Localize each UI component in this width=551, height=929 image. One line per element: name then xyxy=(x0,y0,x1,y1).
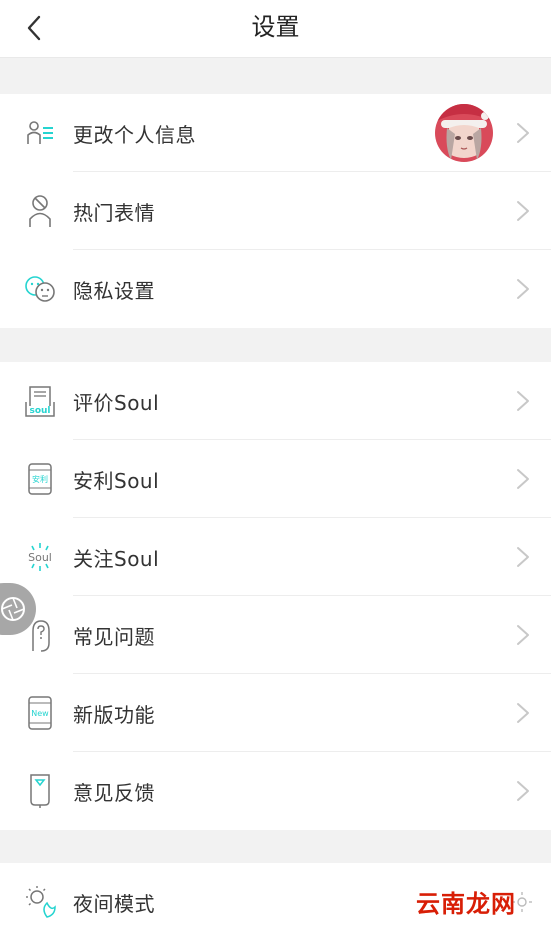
settings-item-feedback[interactable]: 意见反馈 xyxy=(0,752,551,830)
aperture-icon xyxy=(1,597,25,621)
chevron-right-icon xyxy=(517,625,529,645)
settings-item-label: 关注Soul xyxy=(73,546,160,571)
icon-text: soul xyxy=(29,406,50,416)
settings-item-rate-soul[interactable]: soul 评价Soul xyxy=(0,362,551,440)
chevron-right-icon xyxy=(517,547,529,567)
phone-share-icon: 安利 xyxy=(22,461,58,497)
chevron-right-icon xyxy=(517,469,529,489)
settings-item-label: 夜间模式 xyxy=(73,891,155,916)
settings-group-soul: soul 评价Soul 安利 安利Soul Soul 关注Soul 常见问题 N… xyxy=(0,362,551,830)
icon-text: 安利 xyxy=(32,474,48,484)
phone-new-icon: New xyxy=(22,695,58,731)
settings-item-share-soul[interactable]: 安利 安利Soul xyxy=(0,440,551,518)
avatar[interactable] xyxy=(435,104,493,162)
feedback-phone-icon xyxy=(22,773,58,809)
settings-item-label: 常见问题 xyxy=(73,624,155,649)
settings-item-edit-profile[interactable]: 更改个人信息 xyxy=(0,94,551,172)
settings-item-new-features[interactable]: New 新版功能 xyxy=(0,674,551,752)
settings-item-label: 意见反馈 xyxy=(73,780,155,805)
settings-item-label: 隐私设置 xyxy=(73,278,155,303)
settings-item-follow-soul[interactable]: Soul 关注Soul xyxy=(0,518,551,596)
icon-text: Soul xyxy=(28,551,52,564)
settings-group-account: 更改个人信息 热门表情 隐私设置 xyxy=(0,94,551,328)
watermark-text: 云南龙网 xyxy=(416,890,516,918)
settings-item-label: 安利Soul xyxy=(73,468,160,493)
settings-item-hot-stickers[interactable]: 热门表情 xyxy=(0,172,551,250)
settings-item-privacy[interactable]: 隐私设置 xyxy=(0,250,551,328)
chevron-right-icon xyxy=(517,703,529,723)
chevron-right-icon xyxy=(517,123,529,143)
person-slash-icon xyxy=(22,193,58,229)
profile-list-icon xyxy=(22,115,58,151)
settings-item-label: 热门表情 xyxy=(73,200,155,225)
settings-item-label: 评价Soul xyxy=(73,390,160,415)
faces-privacy-icon xyxy=(22,271,58,307)
nav-bar: 设置 xyxy=(0,0,551,58)
chevron-right-icon xyxy=(517,279,529,299)
settings-item-label: 新版功能 xyxy=(73,702,155,727)
rate-soul-icon: soul xyxy=(22,383,58,419)
chevron-right-icon xyxy=(517,781,529,801)
settings-item-label: 更改个人信息 xyxy=(73,122,196,147)
soul-sun-icon: Soul xyxy=(22,539,58,575)
chevron-right-icon xyxy=(517,391,529,411)
settings-item-faq[interactable]: 常见问题 xyxy=(0,596,551,674)
page-title: 设置 xyxy=(251,13,300,41)
night-mode-icon xyxy=(22,884,58,920)
chevron-right-icon xyxy=(517,201,529,221)
icon-text: New xyxy=(31,709,49,718)
